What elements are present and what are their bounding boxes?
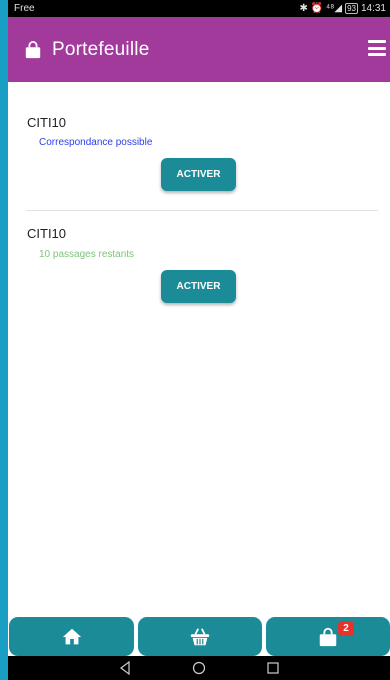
battery-level: 93 bbox=[345, 3, 358, 14]
ticket-card: CITI10 10 passages restants ACTIVER bbox=[8, 211, 390, 321]
status-indicators: ✱ ⏰ ⁴⁸◢ bbox=[299, 3, 343, 14]
nav-wallet-button[interactable]: 2 bbox=[266, 617, 390, 656]
activate-button[interactable]: ACTIVER bbox=[161, 158, 236, 191]
clock: 14:31 bbox=[360, 3, 386, 14]
app-bar: Portefeuille bbox=[8, 17, 390, 82]
home-circle-icon[interactable] bbox=[192, 661, 206, 675]
ticket-info: Correspondance possible bbox=[39, 137, 153, 148]
nav-basket-button[interactable] bbox=[138, 617, 262, 656]
notification-badge: 2 bbox=[338, 621, 354, 636]
shopping-bag-icon bbox=[319, 627, 337, 646]
system-nav-bar bbox=[8, 656, 390, 680]
shopping-bag-icon bbox=[25, 40, 41, 58]
status-bar: Free ✱ ⏰ ⁴⁸◢ 93 14:31 bbox=[8, 0, 390, 17]
phone-screen: Free ✱ ⏰ ⁴⁸◢ 93 14:31 Portefeuille CITI1… bbox=[8, 0, 390, 680]
ticket-card: CITI10 Correspondance possible ACTIVER bbox=[8, 82, 390, 210]
ticket-name: CITI10 bbox=[27, 226, 67, 241]
status-icons: ✱ ⏰ ⁴⁸◢ 93 14:31 bbox=[299, 3, 386, 14]
back-icon[interactable] bbox=[118, 661, 132, 675]
ticket-name: CITI10 bbox=[27, 115, 67, 130]
carrier-label: Free bbox=[14, 3, 35, 14]
hamburger-menu-icon[interactable] bbox=[368, 40, 386, 56]
recent-apps-icon[interactable] bbox=[266, 661, 280, 675]
basket-icon bbox=[190, 627, 210, 645]
activate-button[interactable]: ACTIVER bbox=[161, 270, 236, 303]
page-title: Portefeuille bbox=[52, 38, 150, 60]
nav-home-button[interactable] bbox=[9, 617, 134, 656]
bottom-nav: 2 bbox=[8, 617, 390, 656]
home-icon bbox=[62, 628, 81, 644]
ticket-info: 10 passages restants bbox=[39, 249, 135, 260]
